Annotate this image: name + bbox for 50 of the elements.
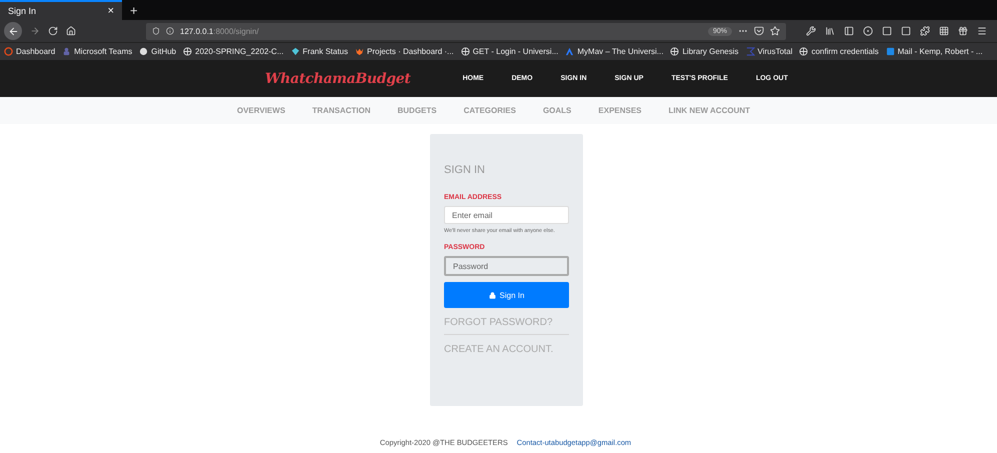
sign-in-button[interactable]: Sign In bbox=[444, 282, 569, 308]
url-host: 127.0.0.1 bbox=[180, 26, 214, 36]
reload-icon[interactable] bbox=[48, 26, 58, 36]
bookmark[interactable]: VirusTotal bbox=[746, 47, 792, 56]
ring-icon bbox=[4, 47, 13, 56]
circle-icon[interactable] bbox=[863, 26, 873, 36]
puzzle-icon[interactable] bbox=[920, 26, 930, 36]
pocket-icon[interactable] bbox=[754, 26, 764, 36]
globe-icon bbox=[670, 47, 680, 56]
new-tab-button[interactable]: + bbox=[122, 0, 146, 20]
globe-icon bbox=[460, 47, 470, 56]
info-icon bbox=[166, 27, 174, 35]
bookmark[interactable]: GET - Login - Universi... bbox=[460, 47, 558, 56]
square-icon[interactable] bbox=[882, 26, 892, 36]
close-tab-button[interactable]: × bbox=[108, 5, 114, 17]
bookmark[interactable]: confirm credentials bbox=[799, 47, 879, 56]
bookmark[interactable]: Library Genesis bbox=[670, 47, 738, 56]
bookmark[interactable]: MyMav – The Universi... bbox=[565, 47, 664, 56]
left-arrow-icon bbox=[8, 26, 18, 36]
grid-icon[interactable] bbox=[939, 26, 949, 36]
bookmark[interactable]: 2020-SPRING_2202-C... bbox=[183, 47, 284, 56]
lock-icon bbox=[488, 292, 496, 298]
menu-icon[interactable] bbox=[977, 26, 987, 36]
shield-icon bbox=[152, 27, 160, 35]
forward-icon[interactable] bbox=[30, 26, 40, 36]
library-icon[interactable] bbox=[825, 26, 835, 36]
email-input[interactable]: Enter email bbox=[444, 206, 569, 224]
bookmark[interactable]: Frank Status bbox=[290, 47, 348, 56]
browser-tab[interactable]: Sign In × bbox=[0, 0, 122, 20]
bookmark[interactable]: Microsoft Teams bbox=[62, 47, 132, 56]
square-icon[interactable] bbox=[901, 26, 911, 36]
password-input[interactable]: Password bbox=[444, 256, 569, 276]
bookmark[interactable]: Projects · Dashboard ·... bbox=[355, 47, 454, 56]
tab-title: Sign In bbox=[8, 6, 36, 16]
globe-icon bbox=[183, 47, 192, 56]
url-path: :8000/signin/ bbox=[213, 26, 259, 36]
diamond-icon bbox=[290, 47, 300, 56]
wrench-icon[interactable] bbox=[806, 26, 816, 36]
globe-icon bbox=[799, 47, 808, 56]
back-button[interactable] bbox=[4, 22, 22, 40]
people-icon bbox=[62, 47, 72, 56]
site-logo[interactable]: WhatchamaBudget bbox=[265, 70, 411, 86]
bookmark[interactable]: Dashboard bbox=[4, 47, 56, 56]
bookmark[interactable]: GitHub bbox=[139, 47, 176, 56]
sidebar-icon[interactable] bbox=[844, 26, 854, 36]
bookmark[interactable]: Mail - Kemp, Robert - ... bbox=[886, 47, 983, 56]
star-icon[interactable] bbox=[770, 26, 780, 36]
signin-title: SIGN IN bbox=[444, 164, 486, 176]
gift-icon[interactable] bbox=[958, 26, 968, 36]
home-icon[interactable] bbox=[66, 26, 76, 36]
